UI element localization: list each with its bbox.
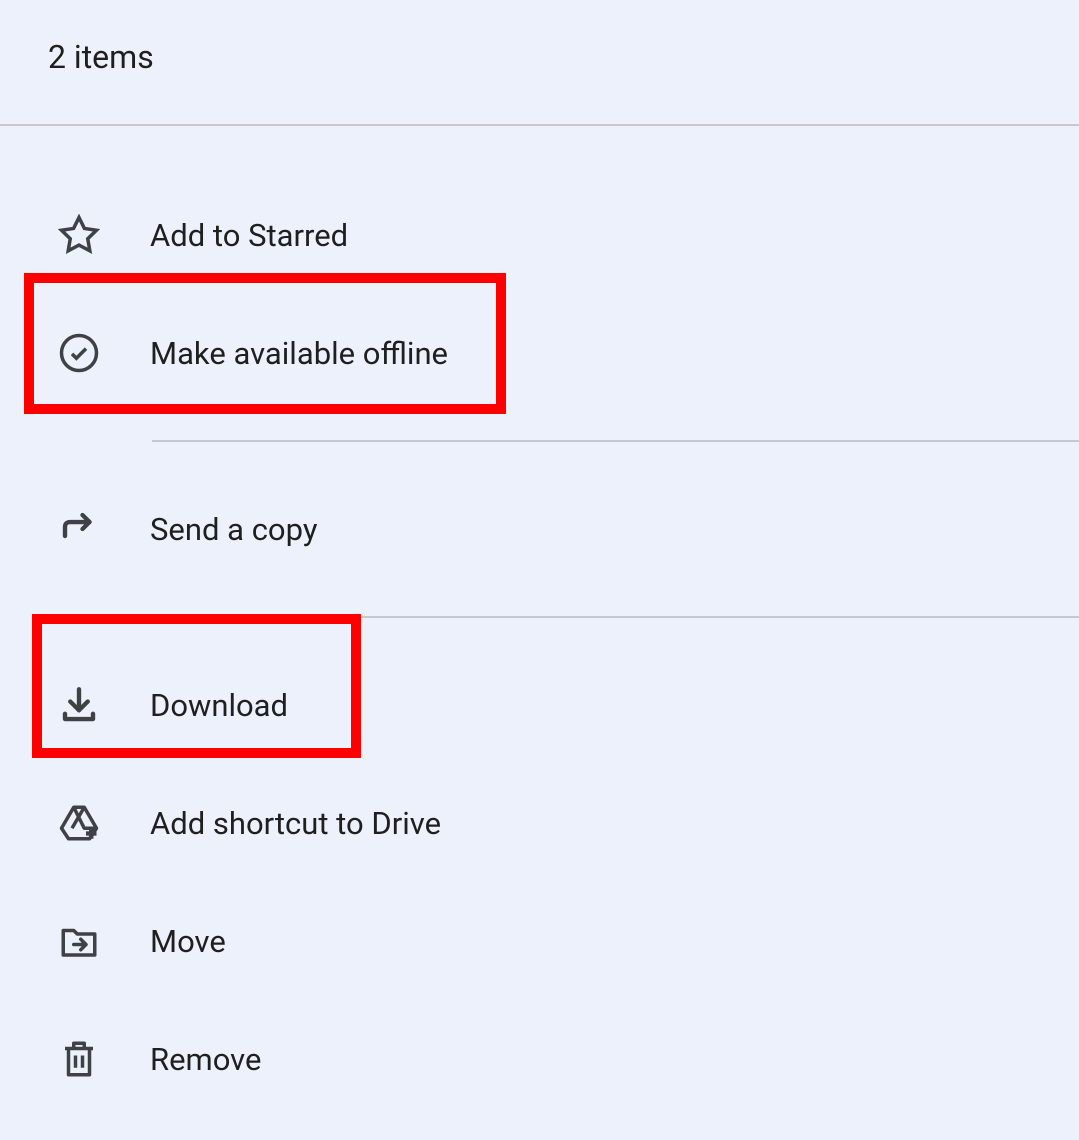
menu-divider <box>152 440 1079 442</box>
menu-item-label: Add shortcut to Drive <box>150 805 441 842</box>
menu-item-make-available-offline[interactable]: Make available offline <box>0 294 1079 412</box>
menu-item-label: Add to Starred <box>150 217 348 254</box>
header: 2 items <box>0 0 1079 126</box>
menu-item-remove[interactable]: Remove <box>0 1000 1079 1118</box>
menu-item-download[interactable]: Download <box>0 646 1079 764</box>
menu-item-label: Move <box>150 923 226 960</box>
drive-shortcut-icon <box>58 802 100 844</box>
item-count-label: 2 items <box>48 38 1031 76</box>
offline-icon <box>58 332 100 374</box>
menu-item-send-a-copy[interactable]: Send a copy <box>0 470 1079 588</box>
share-arrow-icon <box>58 508 100 550</box>
menu-item-label: Make available offline <box>150 335 448 372</box>
download-icon <box>58 684 100 726</box>
star-icon <box>58 214 100 256</box>
menu-item-label: Download <box>150 687 288 724</box>
trash-icon <box>58 1038 100 1080</box>
context-menu: Add to Starred Make available offline Se… <box>0 126 1079 1118</box>
menu-item-add-to-starred[interactable]: Add to Starred <box>0 176 1079 294</box>
menu-item-add-shortcut-to-drive[interactable]: Add shortcut to Drive <box>0 764 1079 882</box>
menu-item-move[interactable]: Move <box>0 882 1079 1000</box>
move-folder-icon <box>58 920 100 962</box>
menu-item-label: Remove <box>150 1041 261 1078</box>
menu-item-label: Send a copy <box>150 511 318 548</box>
menu-divider <box>152 616 1079 618</box>
